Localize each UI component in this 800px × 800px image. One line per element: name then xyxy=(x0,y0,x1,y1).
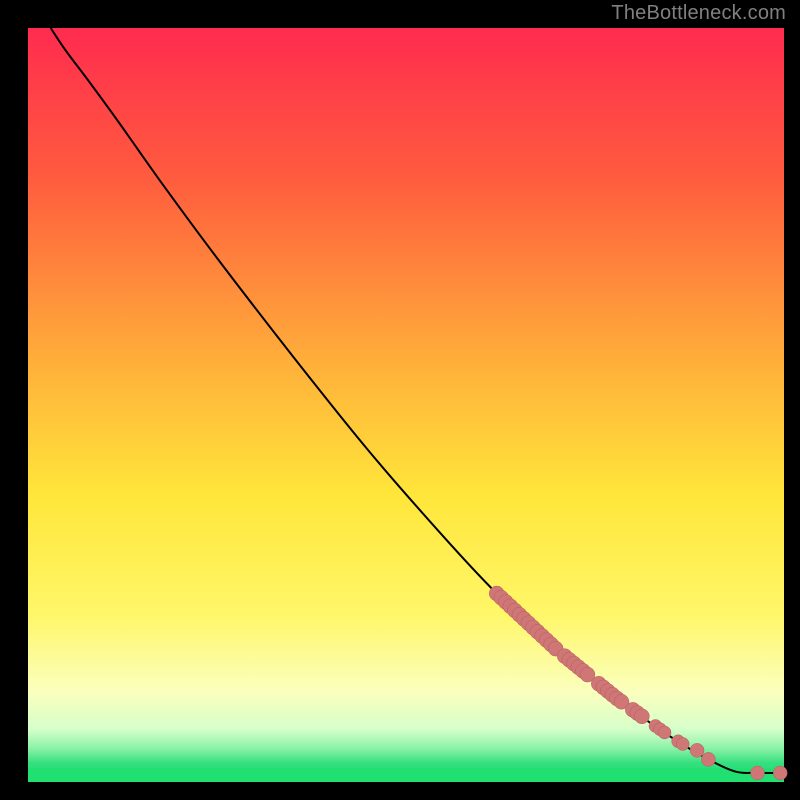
baseline-green-strip xyxy=(28,768,784,782)
curve-marker xyxy=(658,726,671,739)
curve-marker xyxy=(690,743,704,757)
chart-stage: TheBottleneck.com xyxy=(0,0,800,800)
curve-marker xyxy=(773,766,787,780)
curve-marker xyxy=(751,766,765,780)
bottleneck-chart xyxy=(0,0,800,800)
curve-marker xyxy=(701,752,715,766)
plot-gradient-bg xyxy=(28,28,784,782)
curve-marker xyxy=(676,737,689,750)
curve-marker xyxy=(634,709,649,724)
